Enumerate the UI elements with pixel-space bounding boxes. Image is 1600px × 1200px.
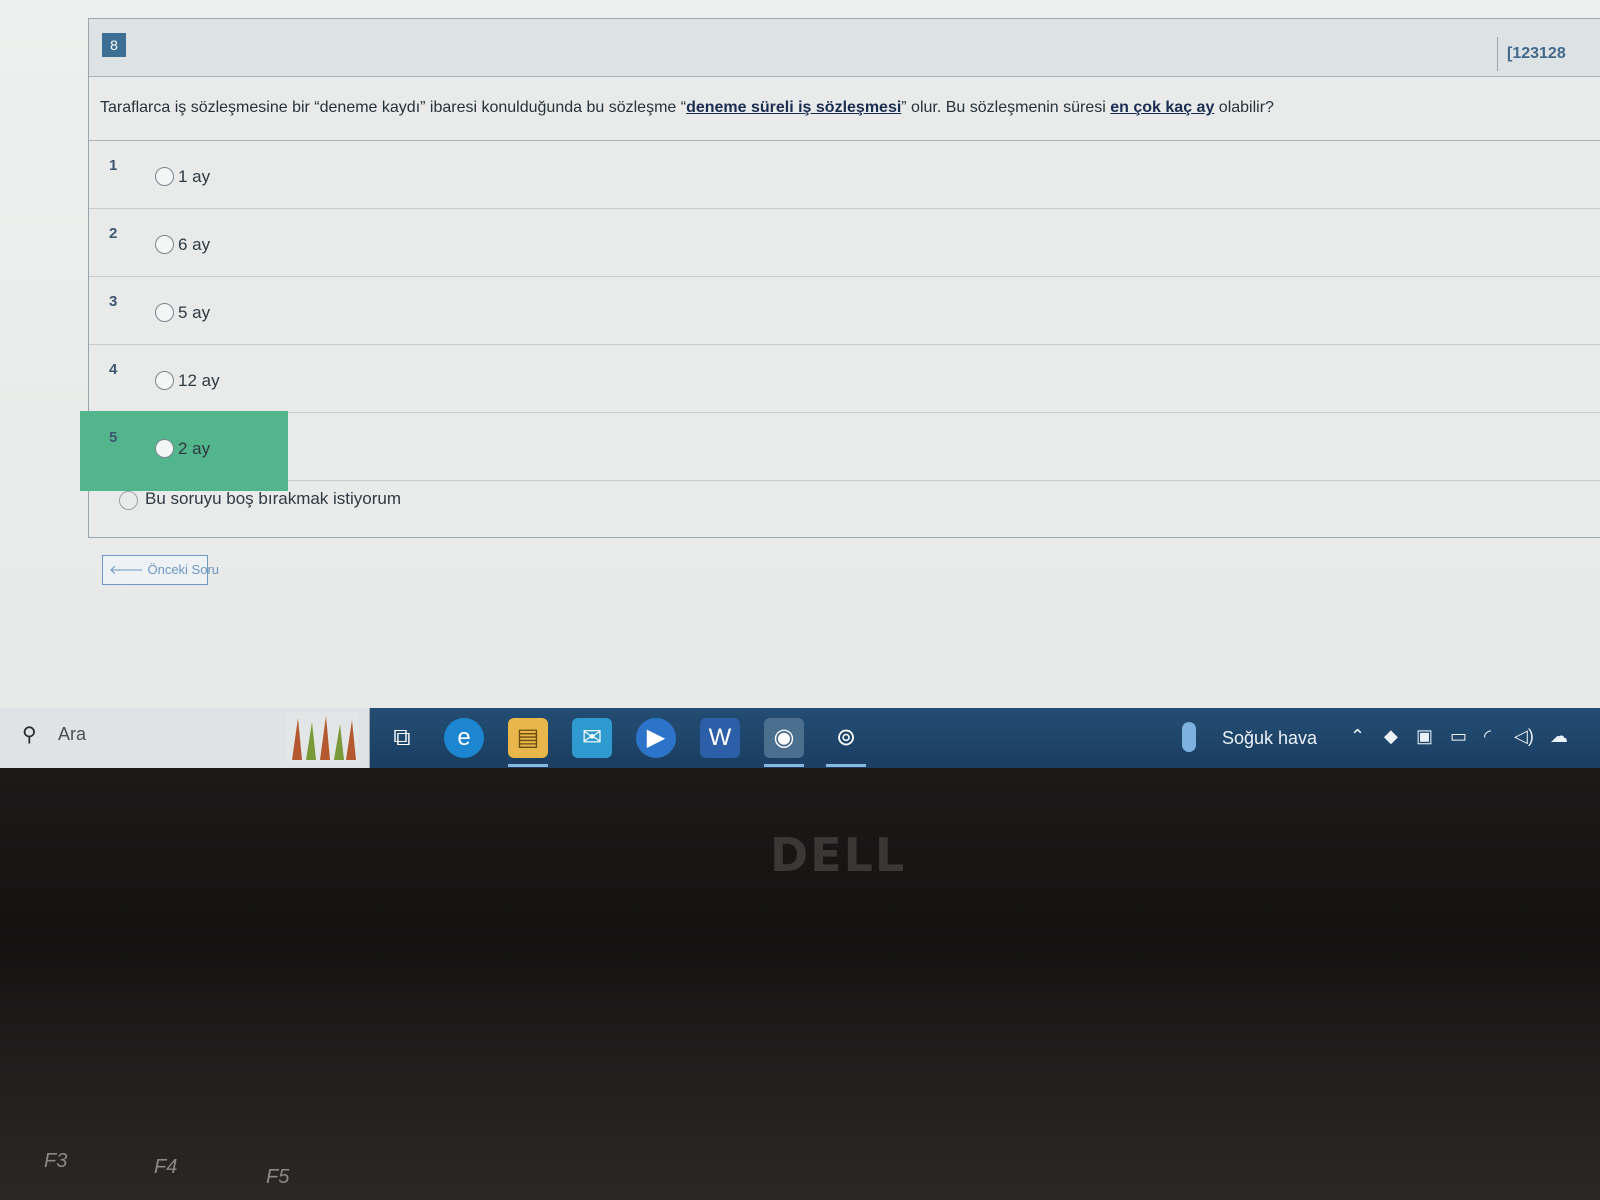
taskbar-search[interactable]: ⚲ Ara (0, 708, 370, 768)
leave-blank-label: Bu soruyu boş bırakmak istiyorum (145, 489, 402, 508)
question-emphasis: en çok kaç ay (1110, 99, 1215, 116)
wifi-icon[interactable]: ◜ (1484, 726, 1491, 747)
question-card: 8 [123128 Taraflarca iş sözleşmesine bir… (80, 18, 1600, 538)
chrome-icon[interactable]: ◉ (764, 718, 804, 758)
thermometer-icon (1182, 722, 1196, 752)
key-f5: F5 (266, 1166, 290, 1188)
option-radio[interactable] (155, 439, 174, 458)
key-f4: F4 (154, 1156, 178, 1178)
option-number: 2 (109, 225, 118, 242)
battery-icon[interactable]: ▭ (1450, 726, 1467, 747)
task-view-icon[interactable]: ⧉ (382, 718, 422, 758)
previous-question-button[interactable]: 🡐 Önceki Soru (102, 555, 219, 585)
question-emphasis: deneme süreli iş sözleşmesi (686, 99, 902, 116)
tray-app-icon[interactable]: ◆ (1384, 726, 1398, 747)
search-label: Ara (58, 724, 87, 744)
option-radio[interactable] (155, 235, 174, 254)
laptop-bezel: DELL F3 F4 F5 (0, 768, 1600, 1200)
option-label: 2 ay (178, 439, 211, 458)
answer-option-2[interactable]: 2 6 ay (89, 209, 1600, 277)
photos-icon[interactable]: ▶ (636, 718, 676, 758)
option-number: 4 (109, 361, 118, 378)
answer-option-3[interactable]: 3 5 ay (89, 277, 1600, 345)
question-text-part: ” olur. Bu sözleşmenin süresi (901, 99, 1111, 116)
option-number: 3 (109, 293, 118, 310)
chevron-up-icon[interactable]: ⌃ (1350, 726, 1365, 747)
question-text-part: Taraflarca iş sözleşmesine bir “deneme k… (100, 99, 687, 116)
answer-option-1[interactable]: 1 1 ay (89, 141, 1600, 209)
search-highlight-icon (286, 712, 358, 764)
option-number: 5 (109, 429, 118, 446)
weather-label[interactable]: Soğuk hava (1222, 728, 1317, 749)
cloud-icon[interactable]: ☁ (1550, 726, 1568, 747)
active-indicator (764, 764, 804, 767)
screen: 8 [123128 Taraflarca iş sözleşmesine bir… (0, 0, 1600, 740)
active-indicator (508, 764, 548, 767)
option-radio[interactable] (155, 167, 174, 186)
question-code: [123128 (1507, 45, 1566, 62)
question-row: Taraflarca iş sözleşmesine bir “deneme k… (89, 77, 1600, 141)
option-number: 1 (109, 157, 118, 174)
file-explorer-icon[interactable]: ▤ (508, 718, 548, 758)
brand-logo: DELL (770, 828, 907, 882)
question-text: Taraflarca iş sözleşmesine bir “deneme k… (100, 99, 1274, 117)
option-radio[interactable] (155, 371, 174, 390)
option-label: 1 ay (178, 167, 211, 186)
option-label: 5 ay (178, 303, 211, 322)
taskbar: ⚲ Ara ⧉ e ▤ ✉ ▶ W ◉ ⊚ Soğuk hava ⌃ ◆ ▣ ▭… (0, 708, 1600, 768)
active-indicator (826, 764, 866, 767)
question-text-part: olabilir? (1214, 99, 1274, 116)
volume-icon[interactable]: ◁) (1514, 726, 1534, 747)
word-icon[interactable]: W (700, 718, 740, 758)
option-label: 12 ay (178, 371, 220, 390)
option-radio[interactable] (155, 303, 174, 322)
card-header: 8 [123128 (89, 19, 1600, 77)
edge-icon[interactable]: e (444, 718, 484, 758)
option-label: 6 ay (178, 235, 211, 254)
key-f3: F3 (44, 1150, 68, 1172)
answer-option-5[interactable]: 5 2 ay (80, 411, 1600, 491)
tray-display-icon[interactable]: ▣ (1416, 726, 1433, 747)
answer-option-4[interactable]: 4 12 ay (89, 345, 1600, 413)
divider (1497, 37, 1498, 71)
question-number: 8 (102, 33, 126, 57)
taskbar-strip: ⧉ e ▤ ✉ ▶ W ◉ ⊚ Soğuk hava ⌃ ◆ ▣ ▭ ◜ ◁) … (370, 708, 1600, 768)
search-icon: ⚲ (22, 724, 37, 746)
app-icon[interactable]: ⊚ (826, 718, 866, 758)
leave-blank-radio[interactable] (119, 491, 138, 510)
mail-icon[interactable]: ✉ (572, 718, 612, 758)
